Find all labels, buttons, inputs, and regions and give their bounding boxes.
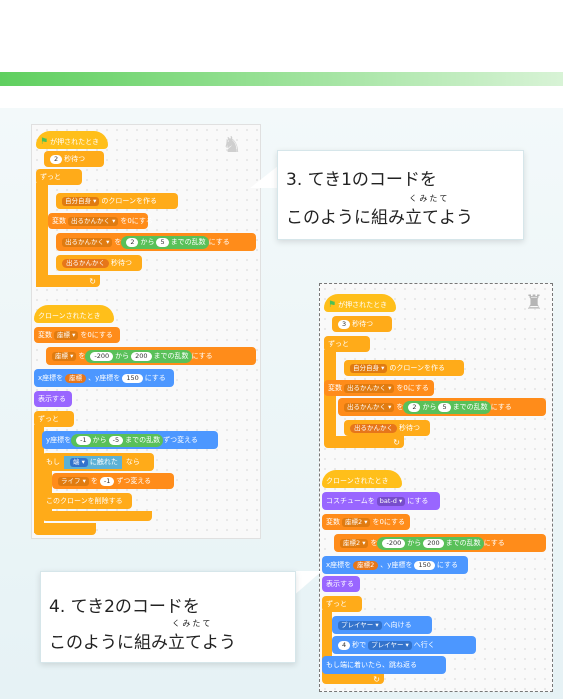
change-y-block[interactable]: y座標を -1 から -5 までの乱数 ずつ変える	[42, 431, 218, 449]
create-clone-block[interactable]: 自分自身 ▾ のクローンを作る	[56, 193, 178, 209]
show-block[interactable]: 表示する	[34, 391, 72, 407]
callout3-tail	[250, 166, 278, 188]
set-coordinate-block[interactable]: 変数 座標2 ▾ を0にする	[322, 514, 410, 530]
glide-block[interactable]: 4 秒で プレイヤー ▾ へ行く	[332, 636, 476, 654]
set-variable-random-block[interactable]: 出るかんかく ▾ を 2 から 5 までの乱数 にする	[56, 233, 256, 251]
header-accent-bar	[0, 72, 563, 86]
set-coordinate-random-block[interactable]: 座標 ▾ を -200 から 200 までの乱数 にする	[46, 347, 256, 365]
forever-arm	[36, 183, 48, 287]
green-flag-icon: ⚑	[40, 136, 49, 147]
callout-step3-line1: 3. てき1のコードを	[286, 170, 437, 190]
change-life-block[interactable]: ライフ ▾ を -1 ずつ変える	[52, 473, 174, 489]
if-bottom	[42, 511, 152, 521]
clone-start-hat-block[interactable]: クローンされたとき	[34, 305, 114, 323]
touching-sensor[interactable]: 端 ▾ に触れた	[64, 455, 122, 469]
go-to-xy-block[interactable]: x座標を 座標 、y座標を 150 にする	[34, 369, 174, 387]
flag-hat-block[interactable]: ⚑ が押されたとき	[36, 131, 108, 149]
if-block[interactable]: もし 端 ▾ に触れた なら	[42, 453, 154, 471]
callout-step4-line1: 4. てき2のコードを	[49, 597, 200, 617]
header-area	[0, 0, 563, 72]
set-coordinate-random-block[interactable]: 座標2 ▾ を -200 から 200 までの乱数 にする	[334, 534, 546, 552]
header-spacer	[0, 86, 563, 108]
switch-costume-block[interactable]: コスチュームを bat-d ▾ にする	[322, 492, 440, 510]
point-towards-block[interactable]: プレイヤー ▾ へ向ける	[332, 616, 432, 634]
flag-hat-block[interactable]: ⚑ が押されたとき	[324, 294, 396, 312]
clone-start-hat-block[interactable]: クローンされたとき	[322, 470, 402, 488]
loop-arrow-icon: ↻	[89, 276, 96, 286]
forever-bottom-2	[34, 523, 96, 535]
wait-variable-block[interactable]: 出るかんかく 秒待つ	[344, 420, 430, 436]
sprite-ghost-icon: ♞	[222, 133, 242, 158]
create-clone-block[interactable]: 自分自身 ▾ のクローンを作る	[344, 360, 464, 376]
loop-arrow-icon: ↻	[393, 437, 400, 447]
random-operator[interactable]: 2 から 5 までの乱数	[121, 235, 209, 249]
set-coordinate-block[interactable]: 変数 座標 ▾ を0にする	[34, 327, 120, 343]
forever-bottom: ↻	[324, 436, 404, 448]
bounce-on-edge-block[interactable]: もし端に着いたら、跳ね返る	[322, 656, 446, 674]
random-operator[interactable]: -1 から -5 までの乱数	[71, 433, 164, 447]
forever-bottom: ↻	[36, 275, 100, 287]
wait-block[interactable]: 2 秒待つ	[44, 151, 104, 167]
show-block[interactable]: 表示する	[322, 576, 360, 592]
set-variable-block[interactable]: 変数 出るかんかく ▾ を0にする	[48, 213, 153, 229]
callout-step3-line2: このように組み立てよう	[286, 208, 473, 228]
delete-clone-block[interactable]: このクローンを削除する	[42, 493, 132, 509]
code-panel-enemy2: ♜ ⚑ が押されたとき 3 秒待つ ずっと 自分自身 ▾ のクローンを作る 変数 出るか…	[319, 283, 553, 692]
sprite-bat-icon: ♜	[525, 290, 543, 314]
wait-variable-block[interactable]: 出るかんかく 秒待つ	[56, 255, 142, 271]
set-variable-block[interactable]: 変数 出るかんかく ▾ を0にする	[324, 380, 434, 396]
callout-step4-line2: このように組み立てよう	[49, 633, 236, 653]
random-operator[interactable]: 2 から 5 までの乱数	[403, 400, 491, 414]
green-flag-icon: ⚑	[328, 299, 337, 310]
callout-step4: 4. てき2のコードを くみたて このように組み立てよう	[40, 571, 296, 663]
wait-block[interactable]: 3 秒待つ	[332, 316, 392, 332]
forever-bottom-2: ↻	[322, 674, 384, 684]
callout4-tail	[292, 571, 322, 597]
code-panel-enemy1: ♞ ⚑ が押されたとき 2 秒待つ ずっと 自分自身 ▾ のクローンを作る 変数 出るか…	[31, 124, 261, 539]
set-variable-random-block[interactable]: 出るかんかく ▾ を 2 から 5 までの乱数 にする	[338, 398, 546, 416]
random-operator[interactable]: -200 から 200 までの乱数	[85, 349, 192, 363]
callout-step3: 3. てき1のコードを くみたて このように組み立てよう	[277, 150, 524, 240]
go-to-xy-block[interactable]: x座標を 座標2 、y座標を 150 にする	[322, 556, 468, 574]
random-operator[interactable]: -200 から 200 までの乱数	[377, 536, 484, 550]
loop-arrow-icon: ↻	[373, 674, 380, 684]
